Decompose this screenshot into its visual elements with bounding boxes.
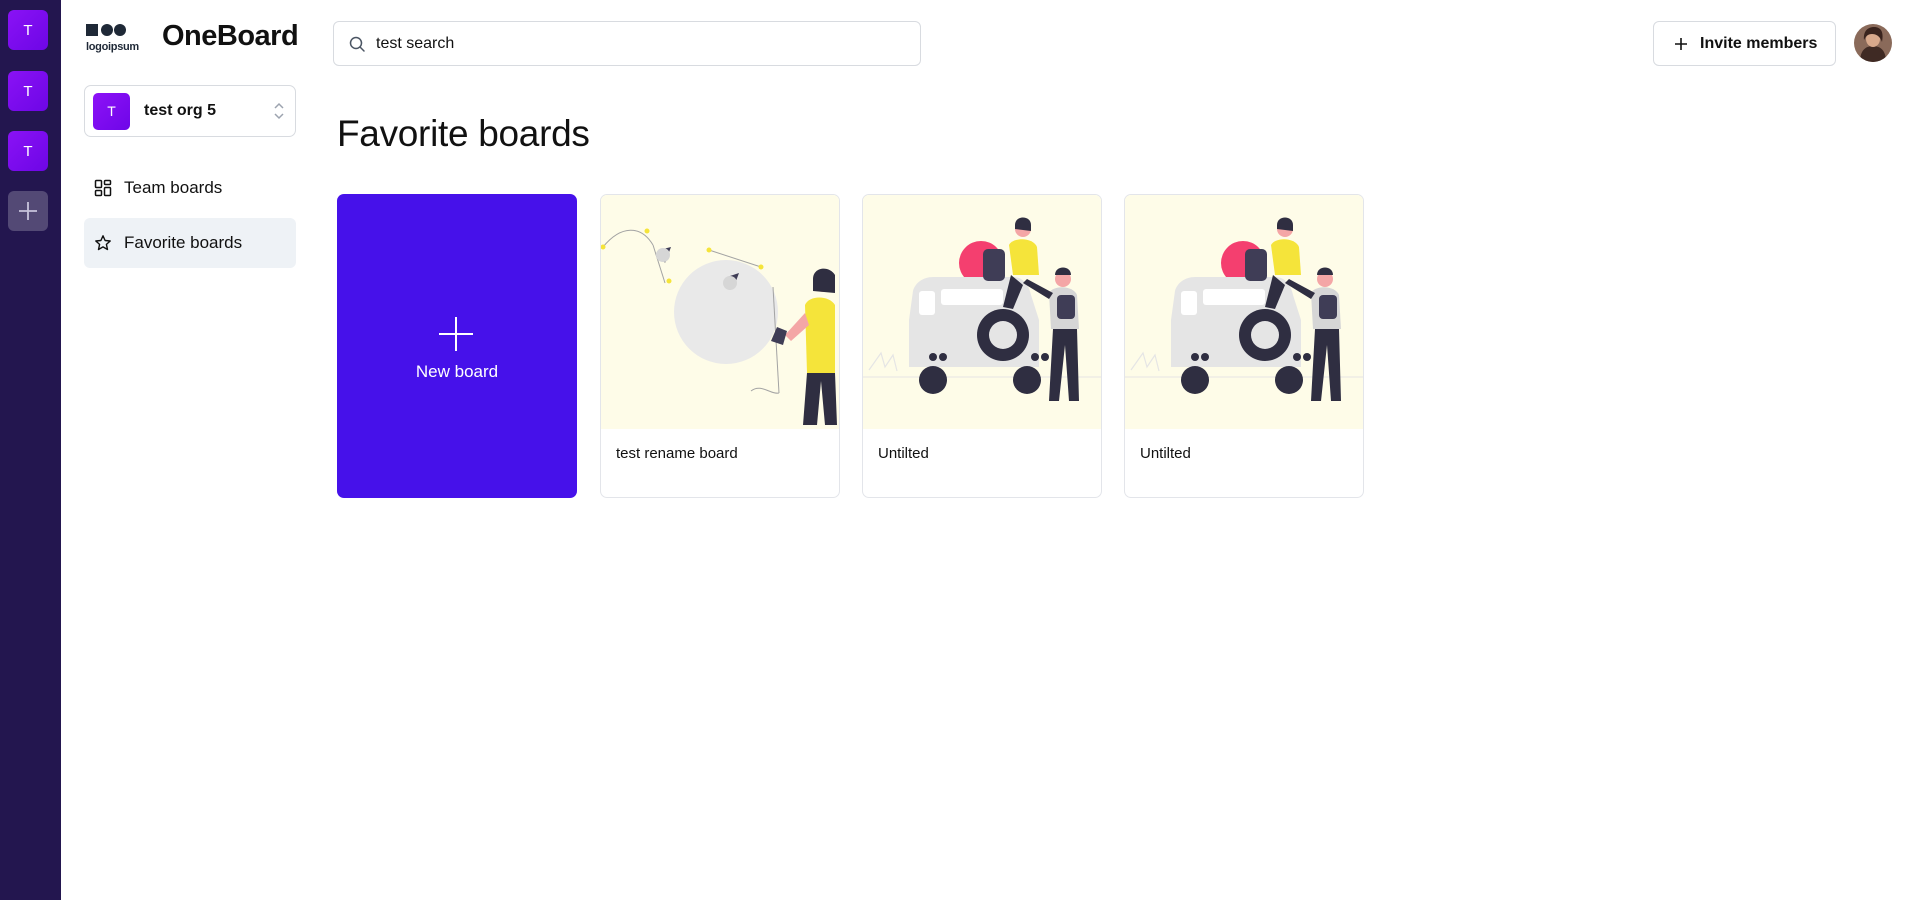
board-title: Untilted (1140, 445, 1191, 462)
rail-org-initial: T (23, 142, 33, 160)
board-card[interactable]: test rename board (600, 194, 840, 498)
org-switcher[interactable]: T test org 5 (84, 85, 296, 137)
rail-org-2[interactable]: T (8, 71, 48, 111)
rail-org-3[interactable]: T (8, 131, 48, 171)
org-avatar: T (93, 92, 130, 130)
user-photo-icon (1854, 24, 1892, 62)
plus-icon (19, 202, 37, 220)
rail-org-1[interactable]: T (8, 10, 48, 50)
user-avatar[interactable] (1854, 24, 1892, 62)
people-with-car-illustration (863, 195, 1101, 429)
add-org-button[interactable] (8, 191, 48, 231)
plus-icon (1675, 37, 1687, 50)
board-thumbnail (863, 195, 1101, 429)
board-card[interactable]: Untilted (1124, 194, 1364, 498)
app-name: OneBoard (162, 20, 299, 52)
board-thumbnail (601, 195, 839, 429)
board-card[interactable]: Untilted (862, 194, 1102, 498)
rail-org-initial: T (23, 21, 33, 39)
org-rail: T T T (0, 0, 61, 900)
star-icon (94, 234, 112, 252)
new-board-label: New board (415, 362, 499, 381)
chevron-up-down-icon (274, 102, 284, 120)
org-avatar-initial: T (107, 103, 116, 119)
dashboard-icon (94, 179, 112, 197)
board-thumbnail (1125, 195, 1363, 429)
search-bar[interactable] (333, 21, 921, 66)
rail-org-initial: T (23, 82, 33, 100)
sidebar-item-label: Team boards (124, 178, 223, 197)
org-name: test org 5 (144, 102, 217, 119)
logo-shapes-icon (86, 24, 126, 36)
sidebar-item-team-boards[interactable]: Team boards (84, 163, 296, 213)
person-with-balloon-illustration (601, 195, 839, 429)
sidebar: logoipsum OneBoard T test org 5 Team boa… (61, 0, 311, 900)
logo-mark: logoipsum (86, 22, 152, 54)
logo-text: logoipsum (86, 41, 139, 53)
sidebar-item-favorite-boards[interactable]: Favorite boards (84, 218, 296, 268)
logo[interactable]: logoipsum (86, 22, 152, 54)
board-title: test rename board (616, 445, 738, 462)
board-title: Untilted (878, 445, 929, 462)
page-title: Favorite boards (337, 113, 590, 154)
search-input[interactable] (376, 34, 896, 53)
invite-members-button[interactable]: Invite members (1653, 21, 1836, 66)
search-icon (349, 36, 365, 52)
plus-icon (439, 317, 473, 351)
sidebar-item-label: Favorite boards (124, 233, 243, 252)
new-board-button[interactable]: New board (337, 194, 577, 498)
invite-members-label: Invite members (1700, 34, 1818, 52)
people-with-car-illustration (1125, 195, 1363, 429)
